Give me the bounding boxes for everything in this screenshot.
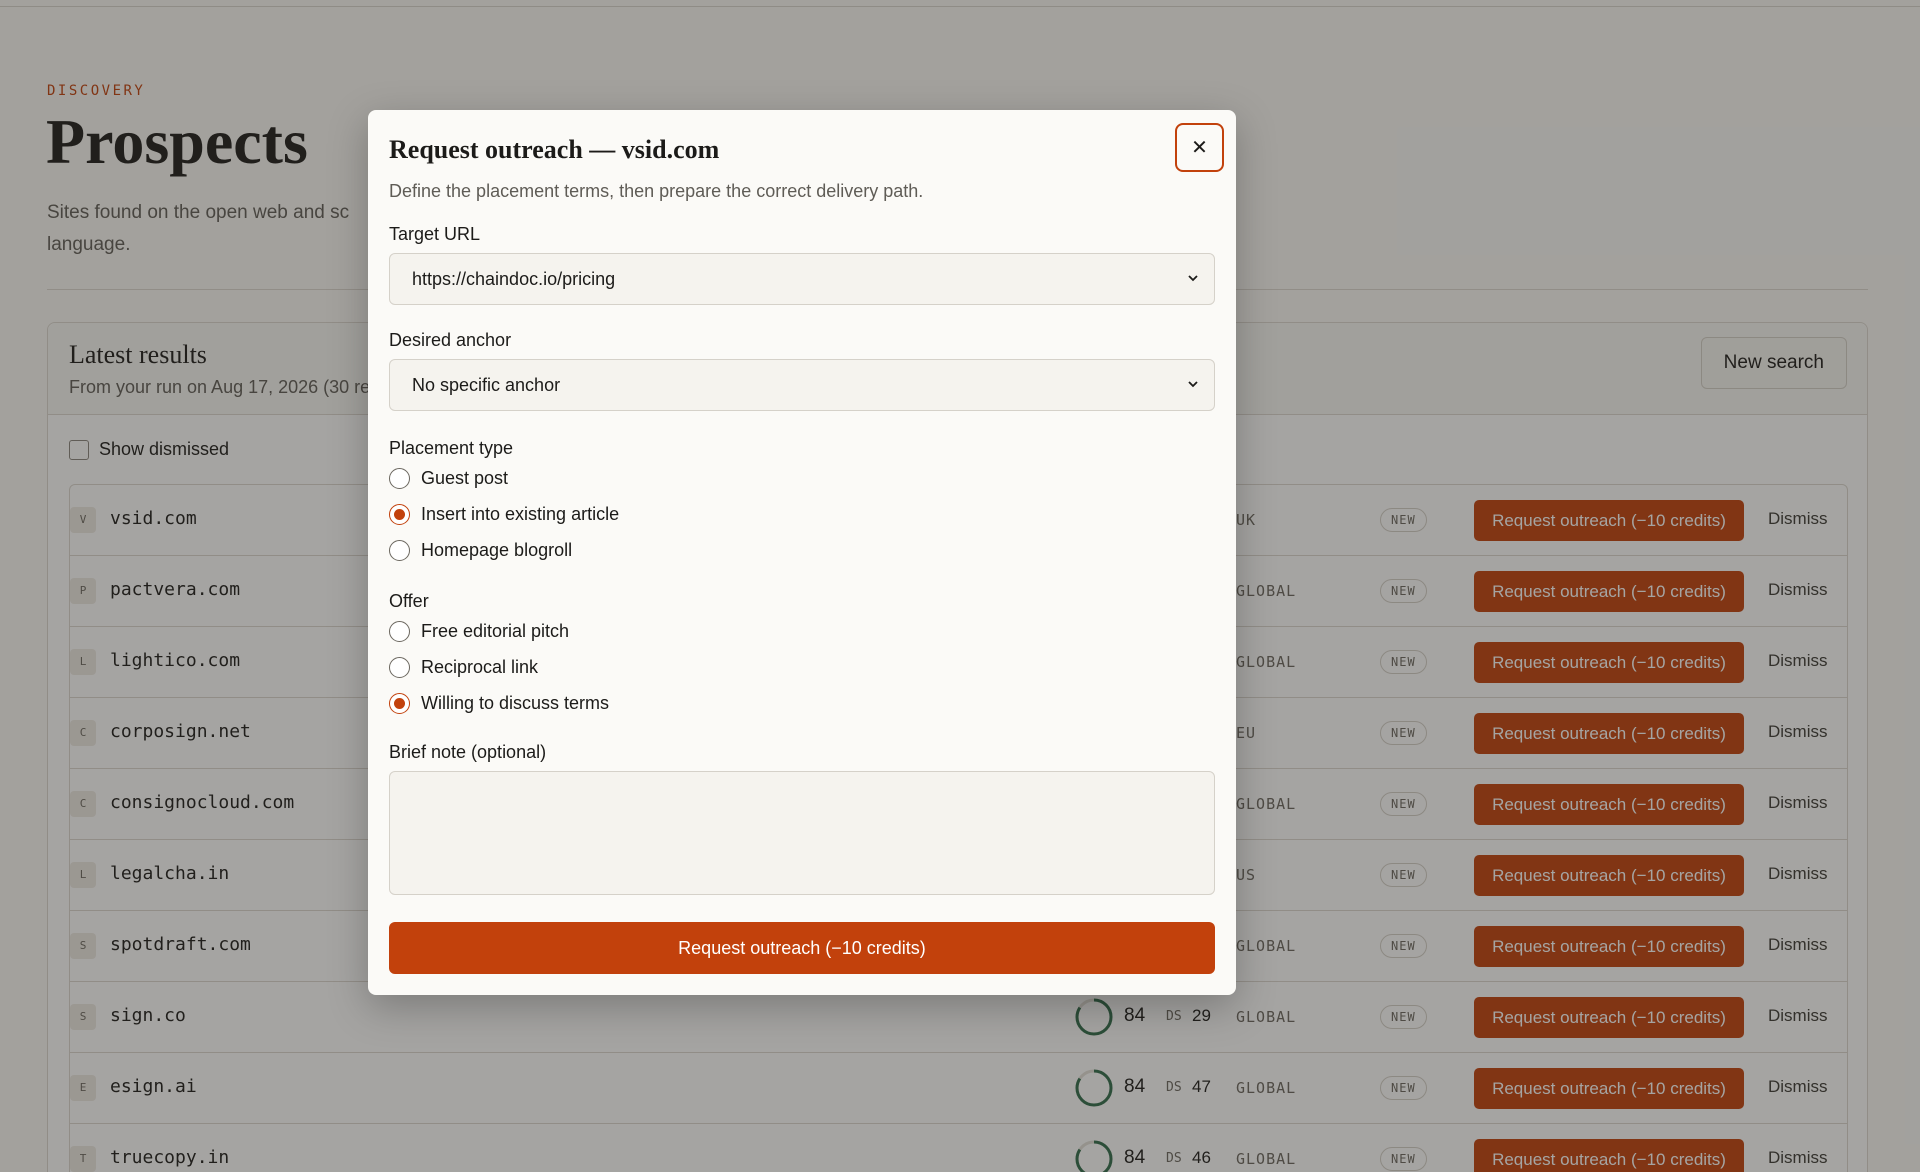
offer-option[interactable]: Reciprocal link [389,657,538,678]
close-icon: ✕ [1191,137,1208,159]
offer-label: Offer [389,591,429,611]
chevron-down-icon [1188,275,1198,282]
offer-radio[interactable] [389,657,410,678]
anchor-label: Desired anchor [389,330,512,350]
anchor-select[interactable]: No specific anchor [389,359,1215,411]
modal-title: Request outreach — vsid.com [389,135,720,164]
target-url-label: Target URL [389,224,481,244]
target-url-select[interactable]: https://chaindoc.io/pricing [389,253,1215,305]
placement-type-radio[interactable] [389,540,410,561]
close-button[interactable]: ✕ [1175,123,1224,172]
placement-type-option[interactable]: Homepage blogroll [389,540,572,561]
placement-type-option-label: Guest post [421,468,509,488]
chevron-down-icon [1188,381,1198,388]
placement-type-option[interactable]: Insert into existing article [389,504,619,525]
placement-type-option-label: Homepage blogroll [421,540,573,560]
placement-type-label: Placement type [389,438,514,458]
submit-request-button[interactable]: Request outreach (−10 credits) [389,922,1215,974]
note-label: Brief note (optional) [389,742,547,762]
offer-option-label: Reciprocal link [421,657,539,677]
request-outreach-modal: Request outreach — vsid.com ✕ Define the… [368,110,1236,995]
offer-option-label: Willing to discuss terms [421,693,610,713]
placement-type-radio[interactable] [389,504,410,525]
target-url-value: https://chaindoc.io/pricing [412,269,616,289]
offer-option-label: Free editorial pitch [421,621,570,641]
offer-radio[interactable] [389,693,410,714]
placement-type-radio[interactable] [389,468,410,489]
offer-radio[interactable] [389,621,410,642]
placement-type-option[interactable]: Guest post [389,468,508,489]
offer-option[interactable]: Willing to discuss terms [389,693,609,714]
placement-type-option-label: Insert into existing article [421,504,620,524]
note-textarea[interactable] [389,771,1215,895]
offer-option[interactable]: Free editorial pitch [389,621,569,642]
anchor-value: No specific anchor [412,375,561,395]
modal-description: Define the placement terms, then prepare… [389,181,924,201]
